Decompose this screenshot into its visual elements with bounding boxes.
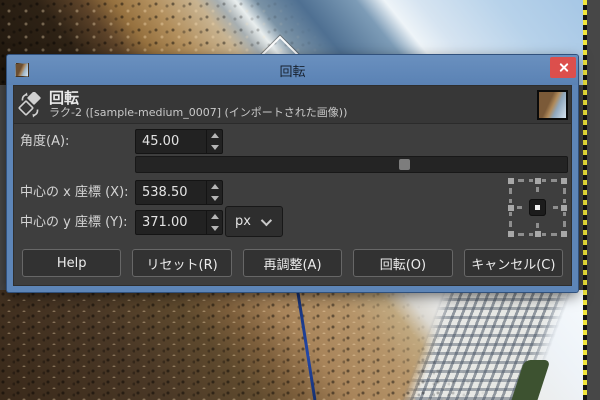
center-x-spinbox xyxy=(135,180,223,205)
dialog-title: 回転 xyxy=(279,64,306,80)
angle-label: 角度(A): xyxy=(20,134,70,149)
rotate-dialog: 回転 回転 ラク-2 ([sample-medium_0007] (インポートさ… xyxy=(7,55,578,292)
center-y-spin-down-button[interactable] xyxy=(207,223,222,235)
pivot-center-selected[interactable] xyxy=(529,199,546,216)
angle-spin-up-button[interactable] xyxy=(207,130,222,142)
angle-spin-buttons xyxy=(206,130,222,153)
pivot-top-center[interactable] xyxy=(529,178,546,195)
close-icon xyxy=(558,62,569,73)
center-y-label: 中心の y 座標 (Y): xyxy=(20,215,128,230)
center-y-spinbox xyxy=(135,210,223,235)
center-y-input[interactable] xyxy=(136,211,206,234)
rotate-button[interactable]: 回転(O) xyxy=(353,249,453,277)
unit-dropdown[interactable]: px xyxy=(225,206,283,237)
arrow-down-icon xyxy=(210,195,219,201)
reset-button[interactable]: リセット(R) xyxy=(132,249,232,277)
dialog-titlebar[interactable]: 回転 xyxy=(7,55,578,85)
rotate-tool-icon xyxy=(18,91,41,117)
pivot-top-left[interactable] xyxy=(508,178,525,195)
dialog-header-title: 回転 xyxy=(49,90,80,107)
pivot-middle-right[interactable] xyxy=(550,199,567,216)
pebble-texture xyxy=(0,290,586,400)
angle-slider[interactable] xyxy=(135,156,568,173)
dialog-header: 回転 ラク-2 ([sample-medium_0007] (インポートされた画… xyxy=(14,86,571,124)
pivot-bottom-center[interactable] xyxy=(529,220,546,237)
arrow-down-icon xyxy=(210,144,219,150)
pivot-bottom-left[interactable] xyxy=(508,220,525,237)
dialog-header-text: 回転 ラク-2 ([sample-medium_0007] (インポートされた画… xyxy=(49,90,347,119)
pivot-position-selector xyxy=(508,178,567,237)
photo-background-bottom xyxy=(0,289,586,400)
arrow-up-icon xyxy=(210,214,219,220)
chevron-down-icon xyxy=(260,214,273,226)
angle-slider-handle[interactable] xyxy=(399,159,411,170)
dialog-content: 回転 ラク-2 ([sample-medium_0007] (インポートされた画… xyxy=(13,85,572,286)
angle-input[interactable] xyxy=(136,130,206,153)
image-thumbnail xyxy=(537,89,568,120)
arrow-up-icon xyxy=(210,184,219,190)
cancel-button[interactable]: キャンセル(C) xyxy=(463,249,564,277)
center-x-spin-buttons xyxy=(206,181,222,204)
help-button[interactable]: Help xyxy=(22,249,122,277)
gimp-window: 回転 回転 ラク-2 ([sample-medium_0007] (インポートさ… xyxy=(0,0,600,400)
angle-spin-down-button[interactable] xyxy=(207,142,222,154)
center-x-spin-down-button[interactable] xyxy=(207,193,222,205)
pivot-center-dot xyxy=(535,205,540,210)
pivot-top-right[interactable] xyxy=(550,178,567,195)
dialog-button-row: Help リセット(R) 再調整(A) 回転(O) キャンセル(C) xyxy=(22,249,564,277)
arrow-up-icon xyxy=(210,133,219,139)
dialog-header-subtitle: ラク-2 ([sample-medium_0007] (インポートされた画像)) xyxy=(49,106,348,119)
center-x-label: 中心の x 座標 (X): xyxy=(20,185,129,200)
arrow-down-icon xyxy=(210,225,219,231)
readjust-button[interactable]: 再調整(A) xyxy=(242,249,343,277)
close-button[interactable] xyxy=(550,57,576,78)
center-x-spin-up-button[interactable] xyxy=(207,181,222,193)
pivot-middle-left[interactable] xyxy=(508,199,525,216)
pivot-bottom-right[interactable] xyxy=(550,220,567,237)
center-x-input[interactable] xyxy=(136,181,206,204)
center-y-spin-up-button[interactable] xyxy=(207,211,222,223)
canvas-outside-area xyxy=(587,0,600,400)
angle-spinbox xyxy=(135,129,223,154)
center-y-spin-buttons xyxy=(206,211,222,234)
unit-value: px xyxy=(235,214,251,229)
